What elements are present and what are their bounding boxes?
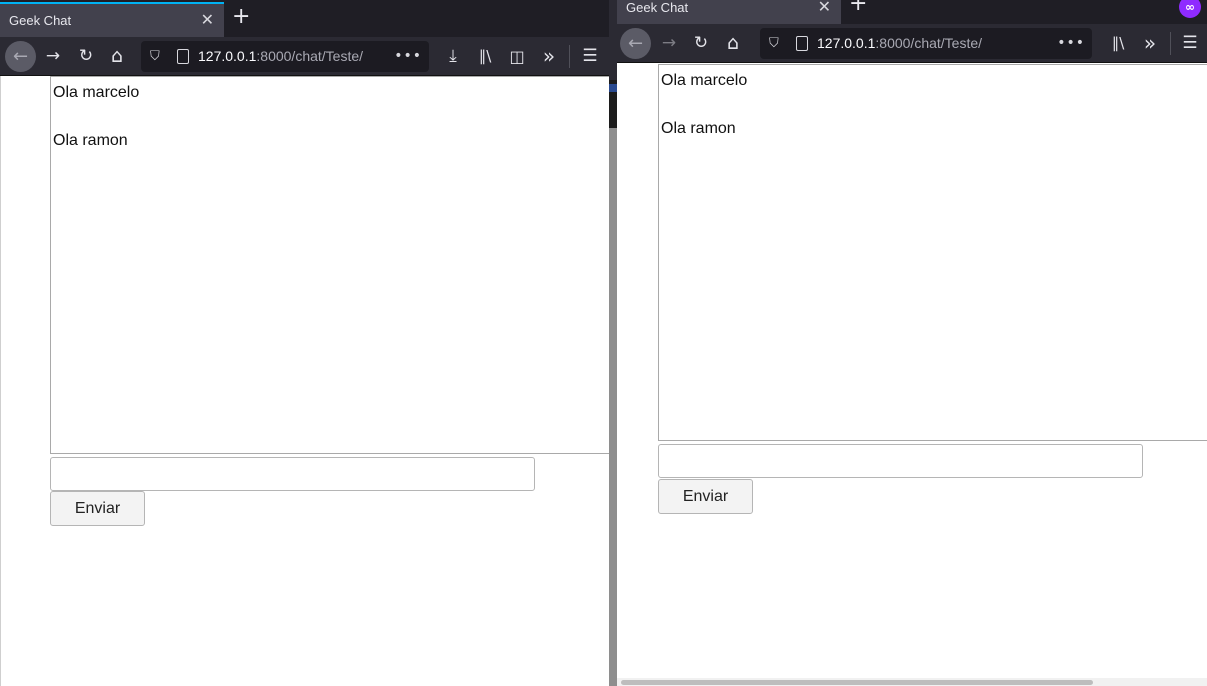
close-icon[interactable]: ✕ [201, 10, 214, 29]
url-text: 127.0.0.1:8000/chat/Teste/ [198, 41, 363, 72]
private-browsing-icon[interactable]: ∞ [1179, 0, 1201, 18]
navigation-toolbar: ← → ↻ ⌂ ⛉ 127.0.0.1:8000/chat/Teste/ •••… [0, 37, 609, 76]
download-icon[interactable]: ⤓ [441, 37, 465, 76]
url-path: :8000/chat/Teste/ [875, 35, 983, 51]
chat-log[interactable]: Ola marcelo Ola ramon [658, 64, 1207, 441]
new-tab-icon[interactable]: + [849, 0, 867, 16]
reload-icon[interactable]: ↻ [689, 24, 713, 63]
tab-geek-chat[interactable]: Geek Chat ✕ [0, 2, 224, 37]
forward-icon[interactable]: → [657, 24, 681, 63]
browser-window-right: Geek Chat ✕ + ∞ ← → ↻ ⌂ ⛉ 127.0.0.1:8000… [617, 0, 1207, 686]
forward-icon[interactable]: → [41, 37, 65, 76]
url-bar[interactable]: ⛉ 127.0.0.1:8000/chat/Teste/ ••• [141, 41, 429, 72]
toolbar-separator [1170, 32, 1171, 55]
page-actions-icon[interactable]: ••• [394, 41, 422, 72]
send-button[interactable]: Enviar [658, 479, 753, 514]
send-button[interactable]: Enviar [50, 491, 145, 526]
back-icon[interactable]: ← [620, 28, 651, 59]
new-tab-icon[interactable]: + [232, 4, 250, 29]
menu-icon[interactable]: ☰ [1178, 24, 1202, 63]
page-actions-icon[interactable]: ••• [1057, 28, 1085, 59]
tab-bar: Geek Chat ✕ + ∞ [617, 0, 1207, 24]
url-text: 127.0.0.1:8000/chat/Teste/ [817, 28, 982, 59]
library-icon[interactable]: ∥\ [1106, 24, 1130, 63]
url-host: 127.0.0.1 [198, 48, 257, 64]
page-info-icon[interactable] [796, 36, 808, 51]
tracking-shield-icon[interactable]: ⛉ [769, 28, 779, 59]
browser-window-left: Geek Chat ✕ + ← → ↻ ⌂ ⛉ 127.0.0.1:8000/c… [0, 0, 609, 686]
window-divider [609, 0, 617, 686]
toolbar-separator [569, 45, 570, 68]
reload-icon[interactable]: ↻ [74, 37, 98, 76]
tab-bar: Geek Chat ✕ + [0, 0, 609, 37]
chat-message: Ola marcelo [53, 84, 140, 101]
message-input[interactable] [658, 444, 1143, 478]
navigation-toolbar: ← → ↻ ⌂ ⛉ 127.0.0.1:8000/chat/Teste/ •••… [617, 24, 1207, 63]
divider-fragment [609, 0, 617, 80]
page-content: Ola marcelo Ola ramon Enviar [617, 64, 1207, 686]
sidebar-icon[interactable]: ◫ [505, 37, 529, 76]
message-input[interactable] [50, 457, 535, 491]
page-info-icon[interactable] [177, 49, 189, 64]
close-icon[interactable]: ✕ [818, 0, 831, 16]
tab-title: Geek Chat [626, 0, 689, 15]
menu-icon[interactable]: ☰ [578, 37, 602, 76]
chat-message: Ola ramon [661, 120, 736, 137]
page-content: Ola marcelo Ola ramon Enviar [0, 76, 609, 686]
library-icon[interactable]: ∥\ [473, 37, 497, 76]
url-path: :8000/chat/Teste/ [256, 48, 364, 64]
url-bar[interactable]: ⛉ 127.0.0.1:8000/chat/Teste/ ••• [760, 28, 1092, 59]
chat-message: Ola ramon [53, 132, 128, 149]
tracking-shield-icon[interactable]: ⛉ [150, 41, 160, 72]
home-icon[interactable]: ⌂ [721, 24, 745, 63]
url-host: 127.0.0.1 [817, 35, 876, 51]
chat-message: Ola marcelo [661, 72, 748, 89]
overflow-icon[interactable]: » [1138, 24, 1162, 63]
overflow-icon[interactable]: » [537, 37, 561, 76]
back-icon[interactable]: ← [5, 41, 36, 72]
tab-title: Geek Chat [9, 13, 72, 28]
home-icon[interactable]: ⌂ [105, 37, 129, 76]
chat-log[interactable]: Ola marcelo Ola ramon [50, 76, 609, 454]
tab-geek-chat[interactable]: Geek Chat ✕ [617, 0, 841, 24]
divider-fragment [609, 84, 617, 92]
horizontal-scrollbar[interactable] [617, 678, 1207, 686]
scrollbar-thumb[interactable] [621, 680, 1093, 685]
